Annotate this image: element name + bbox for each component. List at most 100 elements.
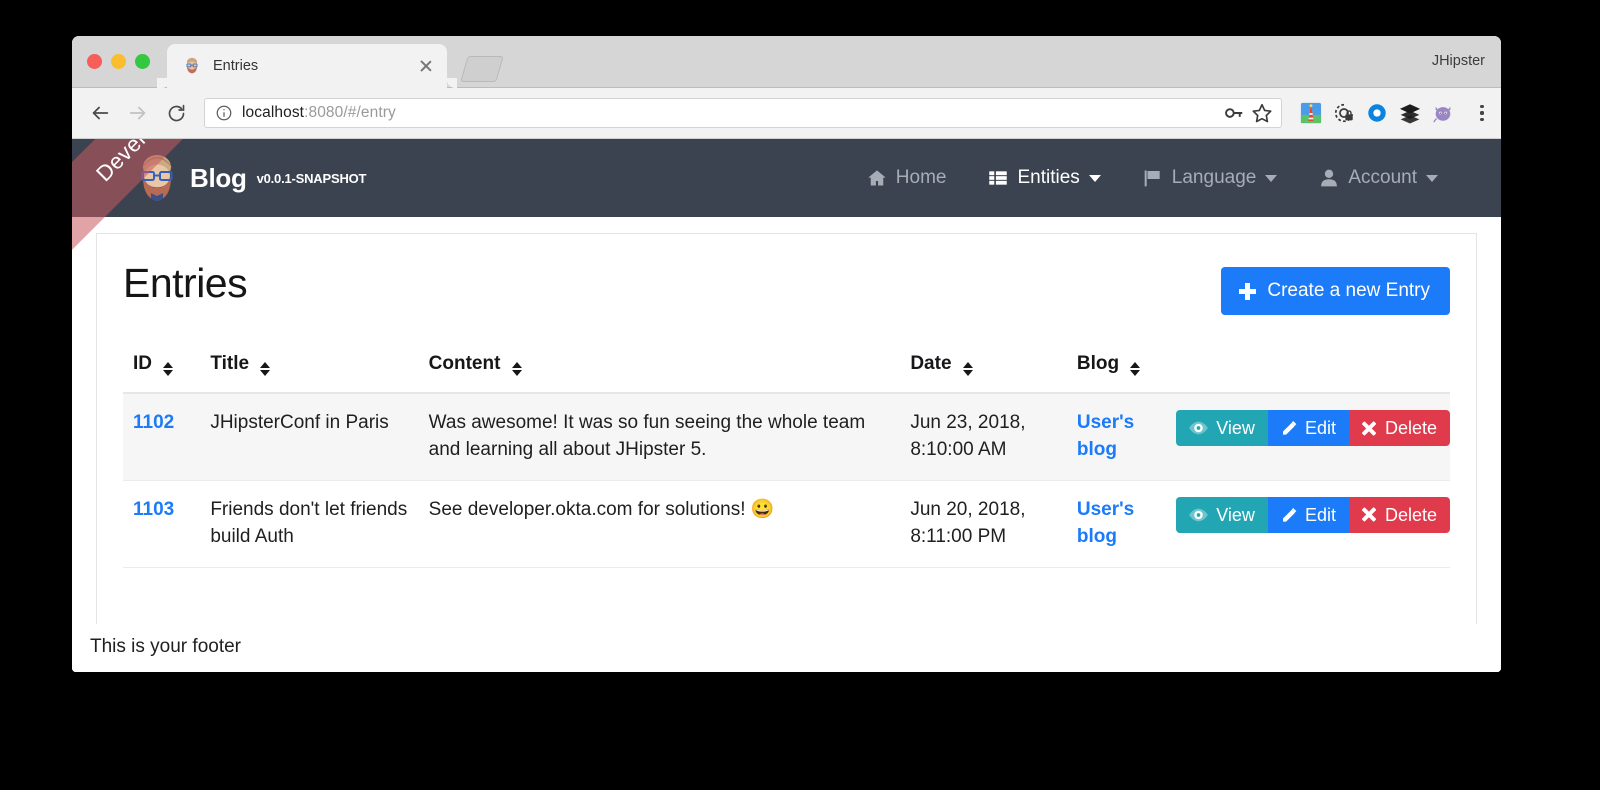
delete-button-label: Delete — [1384, 504, 1437, 525]
back-arrow-icon[interactable] — [82, 95, 118, 131]
pencil-icon — [1281, 507, 1297, 523]
delete-button[interactable]: Delete — [1348, 496, 1450, 533]
chevron-down-icon — [1426, 174, 1438, 182]
main-content: Entries Create a new Entry ID Title Cont… — [72, 217, 1501, 638]
column-header-id[interactable]: ID — [123, 345, 201, 394]
nav-item-entities-label: Entities — [1017, 167, 1080, 188]
maximize-window-button[interactable] — [135, 54, 150, 69]
browser-window: Entries JHipster localhost:8080/#/entry … — [72, 36, 1501, 672]
create-entry-button[interactable]: Create a new Entry — [1221, 267, 1450, 315]
layers-icon[interactable] — [1399, 102, 1421, 124]
chevron-down-icon — [1088, 174, 1101, 182]
view-button[interactable]: View — [1176, 496, 1268, 533]
edit-button-label: Edit — [1304, 504, 1336, 525]
bookmark-star-icon[interactable] — [1251, 102, 1273, 124]
entries-card: Entries Create a new Entry ID Title Cont… — [96, 233, 1477, 638]
cell-content: See developer.okta.com for solutions! 😀 — [418, 480, 901, 568]
column-header-actions — [1166, 345, 1450, 394]
cell-blog: User's blog — [1066, 480, 1167, 568]
cell-blog: User's blog — [1066, 393, 1167, 481]
nav-item-home[interactable]: Home — [846, 157, 968, 199]
cell-date: Jun 20, 2018, 8:11:00 PM — [900, 480, 1067, 568]
entries-table: ID Title Content Date Blog 1102 JHipster… — [123, 345, 1450, 568]
page-footer: This is your footer — [72, 624, 1501, 672]
jhipster-avatar-favicon — [183, 57, 201, 75]
column-header-date[interactable]: Date — [900, 345, 1067, 394]
table-row: 1102 JHipsterConf in Paris Was awesome! … — [123, 393, 1450, 481]
user-icon — [1319, 168, 1339, 188]
window-controls — [87, 54, 150, 69]
column-header-content-label: Content — [428, 353, 501, 374]
column-header-blog[interactable]: Blog — [1066, 345, 1167, 394]
eye-icon — [1189, 421, 1208, 435]
column-header-title[interactable]: Title — [200, 345, 419, 394]
octocat-icon[interactable] — [1432, 102, 1454, 124]
close-window-button[interactable] — [87, 54, 102, 69]
sort-icon[interactable] — [1130, 362, 1141, 376]
sort-icon[interactable] — [163, 362, 174, 376]
view-button-label: View — [1216, 504, 1255, 525]
nav-item-account-label: Account — [1348, 167, 1417, 188]
create-entry-button-label: Create a new Entry — [1267, 280, 1430, 301]
plus-icon — [1239, 282, 1257, 300]
jhipster-logo-icon — [130, 151, 184, 205]
nav-item-entities[interactable]: Entities — [967, 157, 1121, 199]
cell-date: Jun 23, 2018, 8:10:00 AM — [900, 393, 1067, 481]
sort-icon[interactable] — [511, 362, 522, 376]
delete-button-label: Delete — [1384, 418, 1437, 438]
lighthouse-icon[interactable] — [1300, 102, 1322, 124]
sort-icon[interactable] — [962, 362, 973, 376]
entries-header: Entries Create a new Entry — [123, 260, 1450, 321]
password-key-icon[interactable] — [1223, 102, 1245, 124]
navbar-brand[interactable]: Blog v0.0.1-SNAPSHOT — [130, 151, 366, 205]
column-header-title-label: Title — [210, 353, 250, 374]
view-button-label: View — [1216, 418, 1255, 438]
view-button[interactable]: View — [1176, 410, 1268, 446]
entry-id-link[interactable]: 1103 — [133, 499, 174, 520]
url-path: :8080/#/entry — [304, 104, 396, 121]
forward-arrow-icon — [120, 95, 156, 131]
browser-toolbar: localhost:8080/#/entry — [72, 88, 1501, 139]
page-info-icon[interactable] — [215, 104, 233, 122]
browser-profile-name[interactable]: JHipster — [1432, 53, 1485, 69]
column-header-date-label: Date — [910, 353, 952, 374]
navbar-version: v0.0.1-SNAPSHOT — [256, 170, 367, 186]
times-icon — [1362, 421, 1377, 436]
nav-item-account[interactable]: Account — [1298, 157, 1459, 199]
address-bar[interactable]: localhost:8080/#/entry — [204, 98, 1282, 128]
navbar-brand-text: Blog — [190, 162, 247, 193]
address-bar-url[interactable]: localhost:8080/#/entry — [242, 104, 1217, 122]
column-header-id-label: ID — [133, 353, 152, 374]
nav-item-home-label: Home — [895, 167, 947, 188]
home-icon — [867, 168, 887, 188]
close-icon[interactable] — [417, 57, 435, 75]
column-header-content[interactable]: Content — [418, 345, 901, 394]
reload-icon[interactable] — [158, 95, 194, 131]
navbar-menu: Home Entities Language Account — [846, 157, 1501, 199]
okta-icon[interactable] — [1366, 102, 1388, 124]
kebab-menu-icon[interactable] — [1473, 102, 1491, 124]
edit-button[interactable]: Edit — [1267, 496, 1349, 533]
sort-icon[interactable] — [260, 362, 271, 376]
blog-link[interactable]: User's blog — [1077, 499, 1134, 547]
cell-actions: View Edit Delete — [1166, 393, 1450, 481]
column-header-blog-label: Blog — [1076, 353, 1120, 374]
times-icon — [1362, 507, 1377, 522]
new-tab-button[interactable] — [460, 56, 504, 82]
entry-id-link[interactable]: 1102 — [133, 412, 174, 433]
nav-item-language[interactable]: Language — [1122, 157, 1299, 199]
pencil-icon — [1281, 420, 1297, 436]
browser-tab-title: Entries — [213, 58, 259, 74]
browser-tab-strip: Entries JHipster — [72, 36, 1501, 88]
edit-button[interactable]: Edit — [1267, 410, 1349, 446]
cell-id: 1103 — [123, 480, 201, 568]
privacy-badger-icon[interactable] — [1333, 102, 1355, 124]
browser-tab[interactable]: Entries — [157, 44, 457, 88]
blog-link[interactable]: User's blog — [1077, 412, 1134, 460]
minimize-window-button[interactable] — [111, 54, 126, 69]
browser-extensions — [1292, 102, 1491, 124]
cell-title: JHipsterConf in Paris — [200, 393, 419, 481]
delete-button[interactable]: Delete — [1348, 410, 1450, 446]
nav-item-language-label: Language — [1171, 167, 1257, 188]
th-list-icon — [988, 168, 1008, 188]
